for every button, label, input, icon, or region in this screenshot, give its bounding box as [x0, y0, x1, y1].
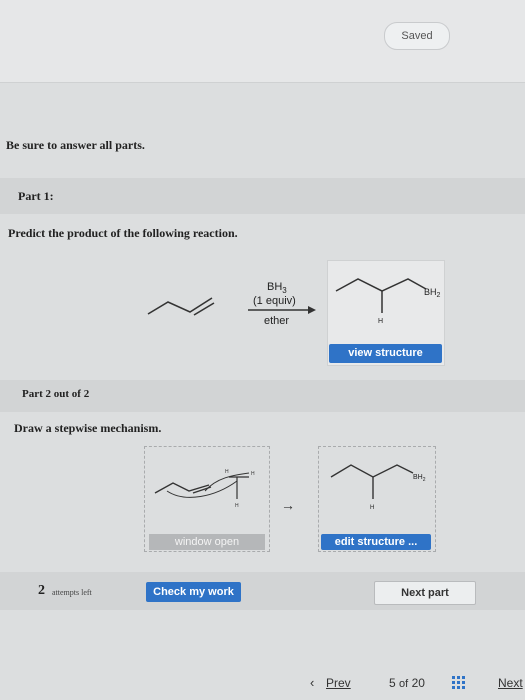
part2-label: Part 2 out of 2	[22, 388, 90, 400]
chevron-left-icon[interactable]: ‹	[310, 675, 314, 690]
svg-text:H: H	[235, 503, 239, 509]
alkene-structure	[147, 297, 213, 315]
next-part-button[interactable]: Next part	[374, 581, 476, 605]
arrow-head	[308, 306, 316, 314]
attempts-count: 2	[38, 583, 45, 598]
part2-prompt: Draw a stepwise mechanism.	[14, 421, 162, 435]
page-total: 20	[411, 676, 425, 690]
svg-text:H: H	[225, 469, 229, 475]
page-indicator: 5 of 20	[389, 676, 425, 690]
product-structure: BH2 H	[335, 278, 441, 325]
part1-label: Part 1:	[18, 189, 54, 203]
prev-link[interactable]: Prev	[326, 676, 351, 690]
page-nav-bar	[0, 668, 525, 700]
edit-structure-button[interactable]: edit structure ...	[321, 534, 431, 550]
mech-right-h-label: H	[370, 505, 374, 511]
window-open-button[interactable]: window open	[149, 534, 265, 550]
product-bh2-label: BH2	[424, 287, 441, 299]
reagent-bh3: BH3	[267, 281, 287, 295]
next-link[interactable]: Next	[498, 676, 523, 690]
mechanism-right-structure: BH2 H	[330, 464, 426, 511]
product-h-label: H	[378, 318, 383, 325]
svg-text:H: H	[251, 471, 255, 477]
view-structure-button[interactable]: view structure	[329, 344, 442, 363]
reaction-conditions: ether	[264, 315, 289, 327]
mechanism-left-structure: H H H	[154, 469, 255, 509]
grid-icon[interactable]	[452, 676, 465, 689]
mechanism-arrow: →	[281, 497, 295, 513]
reaction-scheme: BH3 (1 equiv) ether	[147, 281, 316, 327]
mech-right-bh2-label: BH2	[413, 474, 426, 483]
attempts-label: attempts left	[52, 588, 92, 597]
reagent-equiv: (1 equiv)	[253, 295, 296, 307]
page-separator: of	[399, 678, 409, 690]
page-current: 5	[389, 676, 396, 690]
part1-header-bar	[0, 178, 525, 214]
instructions-notice: Be sure to answer all parts.	[6, 138, 145, 152]
part1-prompt: Predict the product of the following rea…	[8, 226, 238, 240]
check-my-work-button[interactable]: Check my work	[146, 582, 241, 602]
saved-status: Saved	[384, 22, 450, 50]
double-bond-line	[193, 302, 215, 316]
